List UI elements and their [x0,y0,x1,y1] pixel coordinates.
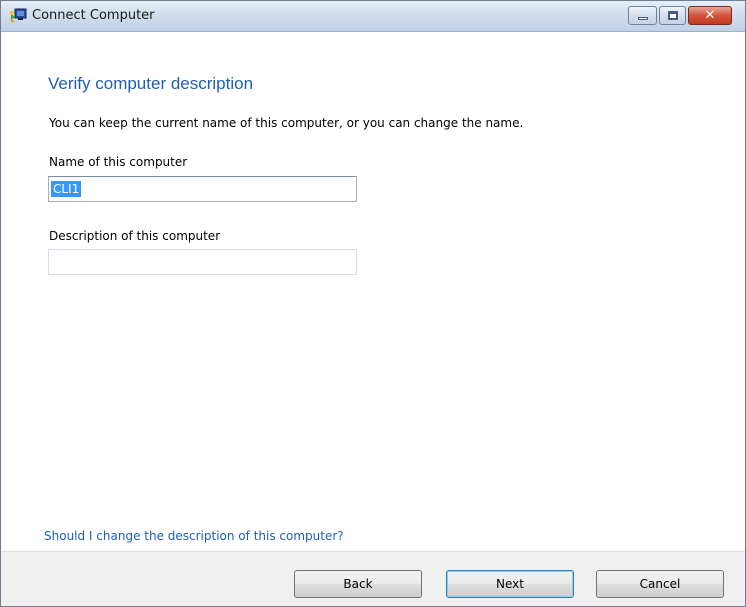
maximize-button[interactable] [659,6,686,25]
instruction-text: You can keep the current name of this co… [49,116,524,130]
cancel-button[interactable]: Cancel [596,570,724,598]
connect-computer-window: Connect Computer ✕ Verify computer descr… [0,0,746,607]
computer-description-label: Description of this computer [49,229,221,243]
back-button[interactable]: Back [294,570,422,598]
network-computer-icon [10,8,27,23]
title-bar[interactable]: Connect Computer ✕ [1,1,745,32]
minimize-button[interactable] [628,6,657,25]
window-title: Connect Computer [32,8,155,23]
page-heading: Verify computer description [48,74,254,93]
close-icon: ✕ [704,8,716,23]
help-link[interactable]: Should I change the description of this … [44,529,344,543]
minimize-icon [638,17,648,20]
next-button[interactable]: Next [446,570,574,598]
close-button[interactable]: ✕ [688,6,732,25]
computer-name-input[interactable]: CLI1 [48,176,357,202]
computer-name-label: Name of this computer [49,155,188,169]
maximize-icon [668,11,678,20]
computer-name-value: CLI1 [51,181,82,197]
computer-description-input[interactable] [48,249,357,275]
